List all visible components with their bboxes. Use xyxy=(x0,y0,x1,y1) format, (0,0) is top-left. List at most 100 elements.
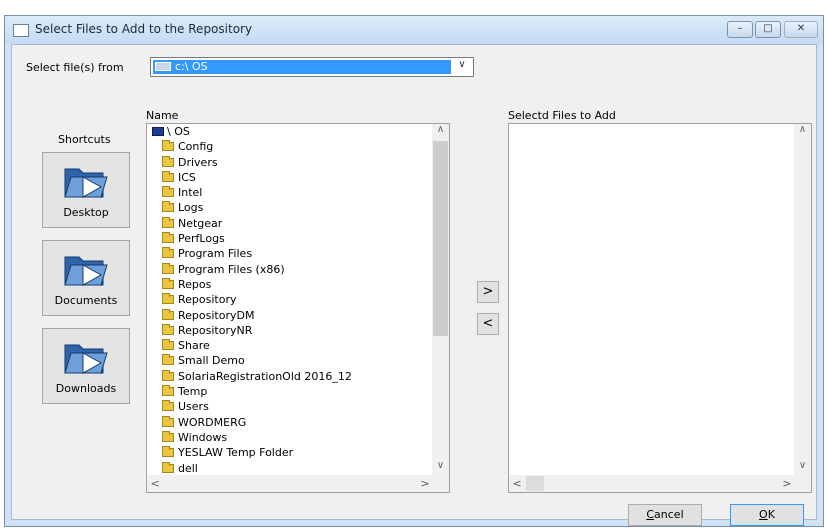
folder-list-item[interactable]: Drivers xyxy=(147,155,433,170)
folder-list-item[interactable]: WORDMERG xyxy=(147,415,433,430)
shortcut-label: Documents xyxy=(54,294,118,307)
scroll-left-icon[interactable]: < xyxy=(147,475,163,492)
folder-icon xyxy=(162,354,174,366)
folder-icon xyxy=(162,461,174,473)
floppy-disk-icon xyxy=(152,127,164,136)
folder-list-item[interactable]: Program Files xyxy=(147,246,433,261)
folder-list-item[interactable]: Temp xyxy=(147,384,433,399)
folder-icon xyxy=(64,168,108,198)
folder-list-item[interactable]: Windows xyxy=(147,430,433,445)
scroll-thumb[interactable] xyxy=(433,141,448,336)
folder-label: Netgear xyxy=(178,216,223,230)
folder-list-item[interactable]: Program Files (x86) xyxy=(147,262,433,277)
shortcut-desktop[interactable]: Desktop xyxy=(42,152,130,228)
folder-label: Temp xyxy=(178,385,208,399)
folder-list-item[interactable]: ICS xyxy=(147,170,433,185)
folder-list-item[interactable]: RepositoryDM xyxy=(147,308,433,323)
folder-icon xyxy=(162,339,174,351)
scroll-left-icon[interactable]: < xyxy=(509,475,525,492)
scroll-down-icon[interactable]: ∨ xyxy=(794,460,811,476)
root-drive-item[interactable]: \ OS xyxy=(147,124,433,139)
close-button[interactable]: ✕ xyxy=(784,21,818,38)
title-bar[interactable]: Select Files to Add to the Repository – … xyxy=(5,16,823,44)
folder-label: Logs xyxy=(178,201,204,215)
folder-icon xyxy=(162,247,174,259)
folder-label: Drivers xyxy=(178,155,218,169)
folder-label: ICS xyxy=(178,170,196,184)
file-tree-list[interactable]: \ OS Config Drivers ICS Intel Logs Netgear Per… xyxy=(146,123,450,493)
folder-list-item[interactable]: Logs xyxy=(147,200,433,215)
folder-list-item[interactable]: Users xyxy=(147,399,433,414)
folder-list-item[interactable]: SolariaRegistrationOld 2016_12 xyxy=(147,369,433,384)
scrollbar-corner xyxy=(794,475,811,492)
folder-list-item[interactable]: dell xyxy=(147,461,433,476)
drive-icon xyxy=(155,62,171,71)
folder-icon xyxy=(162,170,174,182)
chevron-down-icon[interactable]: ∨ xyxy=(453,59,471,75)
folder-list-item[interactable]: Config xyxy=(147,139,433,154)
selected-files-header: Selectd Files to Add xyxy=(508,109,616,122)
folder-icon xyxy=(162,430,174,442)
folder-icon xyxy=(64,344,108,374)
folder-label: Program Files xyxy=(178,247,253,261)
add-file-button[interactable]: > xyxy=(477,281,499,303)
selected-files-list[interactable]: ∧ ∨ < > xyxy=(508,123,812,493)
scroll-up-icon[interactable]: ∧ xyxy=(432,124,449,140)
folder-label: Small Demo xyxy=(178,354,245,368)
folder-list-item[interactable]: YESLAW Temp Folder xyxy=(147,445,433,460)
shortcut-documents[interactable]: Documents xyxy=(42,240,130,316)
folder-label: Repository xyxy=(178,293,237,307)
vertical-scrollbar[interactable]: ∧ ∨ xyxy=(794,124,811,476)
folder-icon xyxy=(162,277,174,289)
folder-icon xyxy=(162,140,174,152)
select-from-dropdown[interactable]: c:\ OS ∨ xyxy=(150,57,474,77)
folder-list-item[interactable]: Netgear xyxy=(147,216,433,231)
horizontal-scrollbar[interactable]: < > xyxy=(147,475,433,492)
folder-list-item[interactable]: Share xyxy=(147,338,433,353)
vertical-scrollbar[interactable]: ∧ ∨ xyxy=(432,124,449,476)
remove-file-button[interactable]: < xyxy=(477,313,499,335)
root-drive-label: \ OS xyxy=(167,125,190,138)
folder-icon xyxy=(162,186,174,198)
ok-button[interactable]: OK xyxy=(730,504,804,526)
folder-icon xyxy=(162,446,174,458)
close-icon: ✕ xyxy=(796,23,806,34)
folder-label: dell xyxy=(178,461,198,475)
folder-label: RepositoryDM xyxy=(178,308,255,322)
maximize-button[interactable]: □ xyxy=(755,21,781,38)
folder-icon xyxy=(162,232,174,244)
name-column-header: Name xyxy=(146,109,179,122)
folder-list-item[interactable]: Repos xyxy=(147,277,433,292)
maximize-icon: □ xyxy=(763,23,773,34)
folder-label: Program Files (x86) xyxy=(178,262,285,276)
shortcut-downloads[interactable]: Downloads xyxy=(42,328,130,404)
folder-icon xyxy=(162,201,174,213)
scrollbar-corner xyxy=(432,475,449,492)
folder-icon xyxy=(162,308,174,320)
scroll-right-icon[interactable]: > xyxy=(417,475,433,492)
scroll-up-icon[interactable]: ∧ xyxy=(794,124,811,140)
folder-list-item[interactable]: Intel xyxy=(147,185,433,200)
cancel-button[interactable]: Cancel xyxy=(628,504,702,526)
folder-list-item[interactable]: RepositoryNR xyxy=(147,323,433,338)
folder-label: RepositoryNR xyxy=(178,323,253,337)
folder-list-item[interactable]: PerfLogs xyxy=(147,231,433,246)
folder-label: Config xyxy=(178,140,214,154)
file-tree-items: \ OS Config Drivers ICS Intel Logs Netgear Per… xyxy=(147,124,433,476)
scroll-right-icon[interactable]: > xyxy=(779,475,795,492)
folder-list-item[interactable]: Small Demo xyxy=(147,353,433,368)
scroll-thumb[interactable] xyxy=(526,476,544,491)
select-from-label: Select file(s) from xyxy=(26,61,124,74)
folder-list-item[interactable]: Repository xyxy=(147,292,433,307)
folder-icon xyxy=(162,323,174,335)
scroll-down-icon[interactable]: ∨ xyxy=(432,460,449,476)
folder-icon xyxy=(162,385,174,397)
horizontal-scrollbar[interactable]: < > xyxy=(509,475,795,492)
folder-label: Share xyxy=(178,339,210,353)
folder-icon xyxy=(162,369,174,381)
folder-label: PerfLogs xyxy=(178,232,225,246)
folder-icon xyxy=(64,256,108,286)
minimize-button[interactable]: – xyxy=(727,21,753,38)
folder-label: WORDMERG xyxy=(178,415,247,429)
folder-icon xyxy=(162,415,174,427)
